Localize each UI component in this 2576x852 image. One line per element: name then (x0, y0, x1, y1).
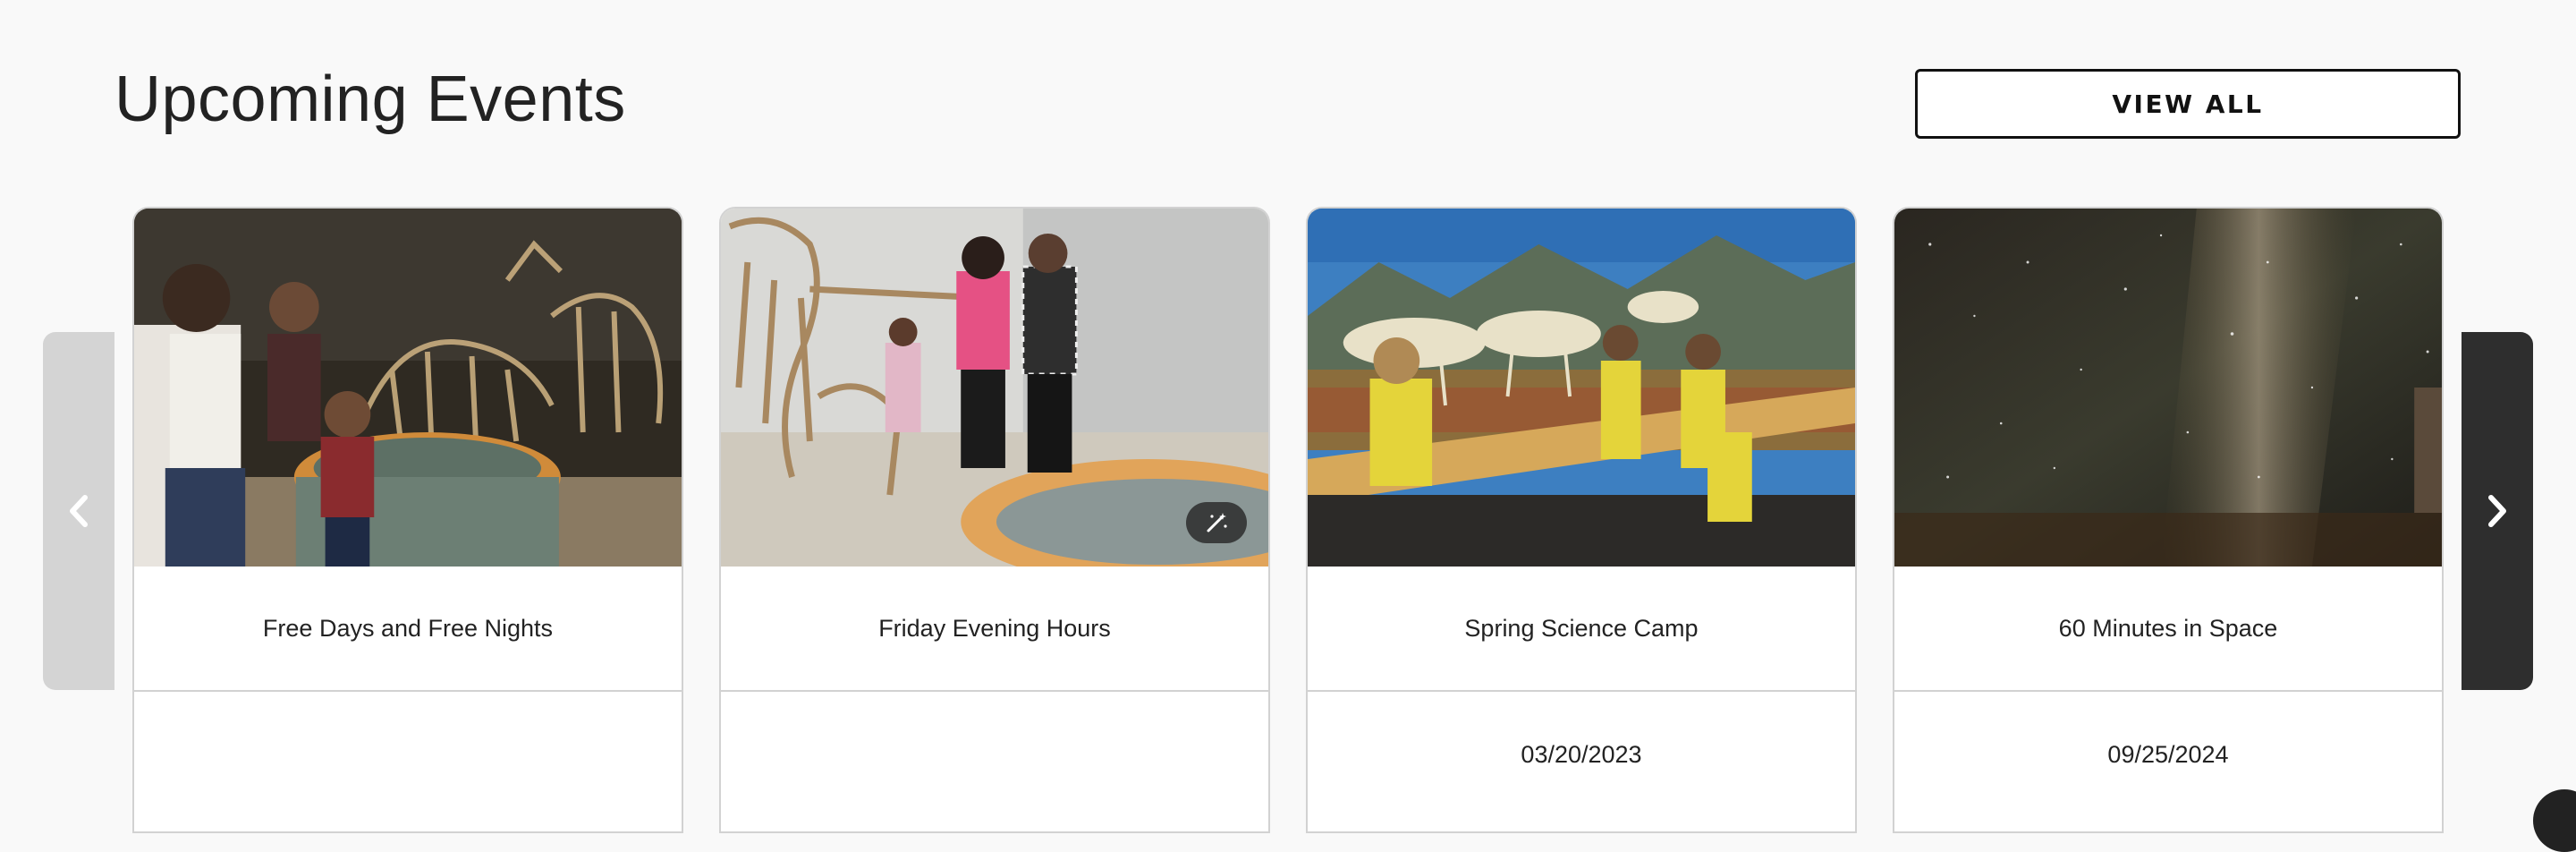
event-image (1894, 209, 2442, 567)
chevron-left-icon (70, 495, 88, 527)
section-title: Upcoming Events (114, 64, 626, 135)
view-all-button[interactable]: VIEW ALL (1915, 69, 2461, 139)
event-name[interactable]: 60 Minutes in Space (1894, 567, 2442, 692)
magic-wand-icon[interactable] (1186, 502, 1247, 543)
event-card[interactable]: 60 Minutes in Space 09/25/2024 (1893, 207, 2444, 833)
event-name[interactable]: Spring Science Camp (1308, 567, 1855, 692)
carousel-prev-button[interactable] (43, 332, 114, 690)
event-image (721, 209, 1268, 567)
event-image (134, 209, 682, 567)
event-card[interactable]: Friday Evening Hours (719, 207, 1270, 833)
event-date: 09/25/2024 (2107, 740, 2229, 768)
event-name[interactable]: Free Days and Free Nights (134, 567, 682, 692)
event-card[interactable]: Spring Science Camp 03/20/2023 (1306, 207, 1857, 833)
event-date (721, 692, 1268, 817)
event-image (1308, 209, 1855, 567)
event-name[interactable]: Friday Evening Hours (721, 567, 1268, 692)
event-card[interactable]: Free Days and Free Nights (132, 207, 683, 833)
event-date: 03/20/2023 (1521, 740, 1642, 768)
chat-widget-button[interactable] (2533, 789, 2576, 852)
event-date (134, 692, 682, 817)
chevron-right-icon (2488, 495, 2506, 527)
carousel-next-button[interactable] (2462, 332, 2533, 690)
